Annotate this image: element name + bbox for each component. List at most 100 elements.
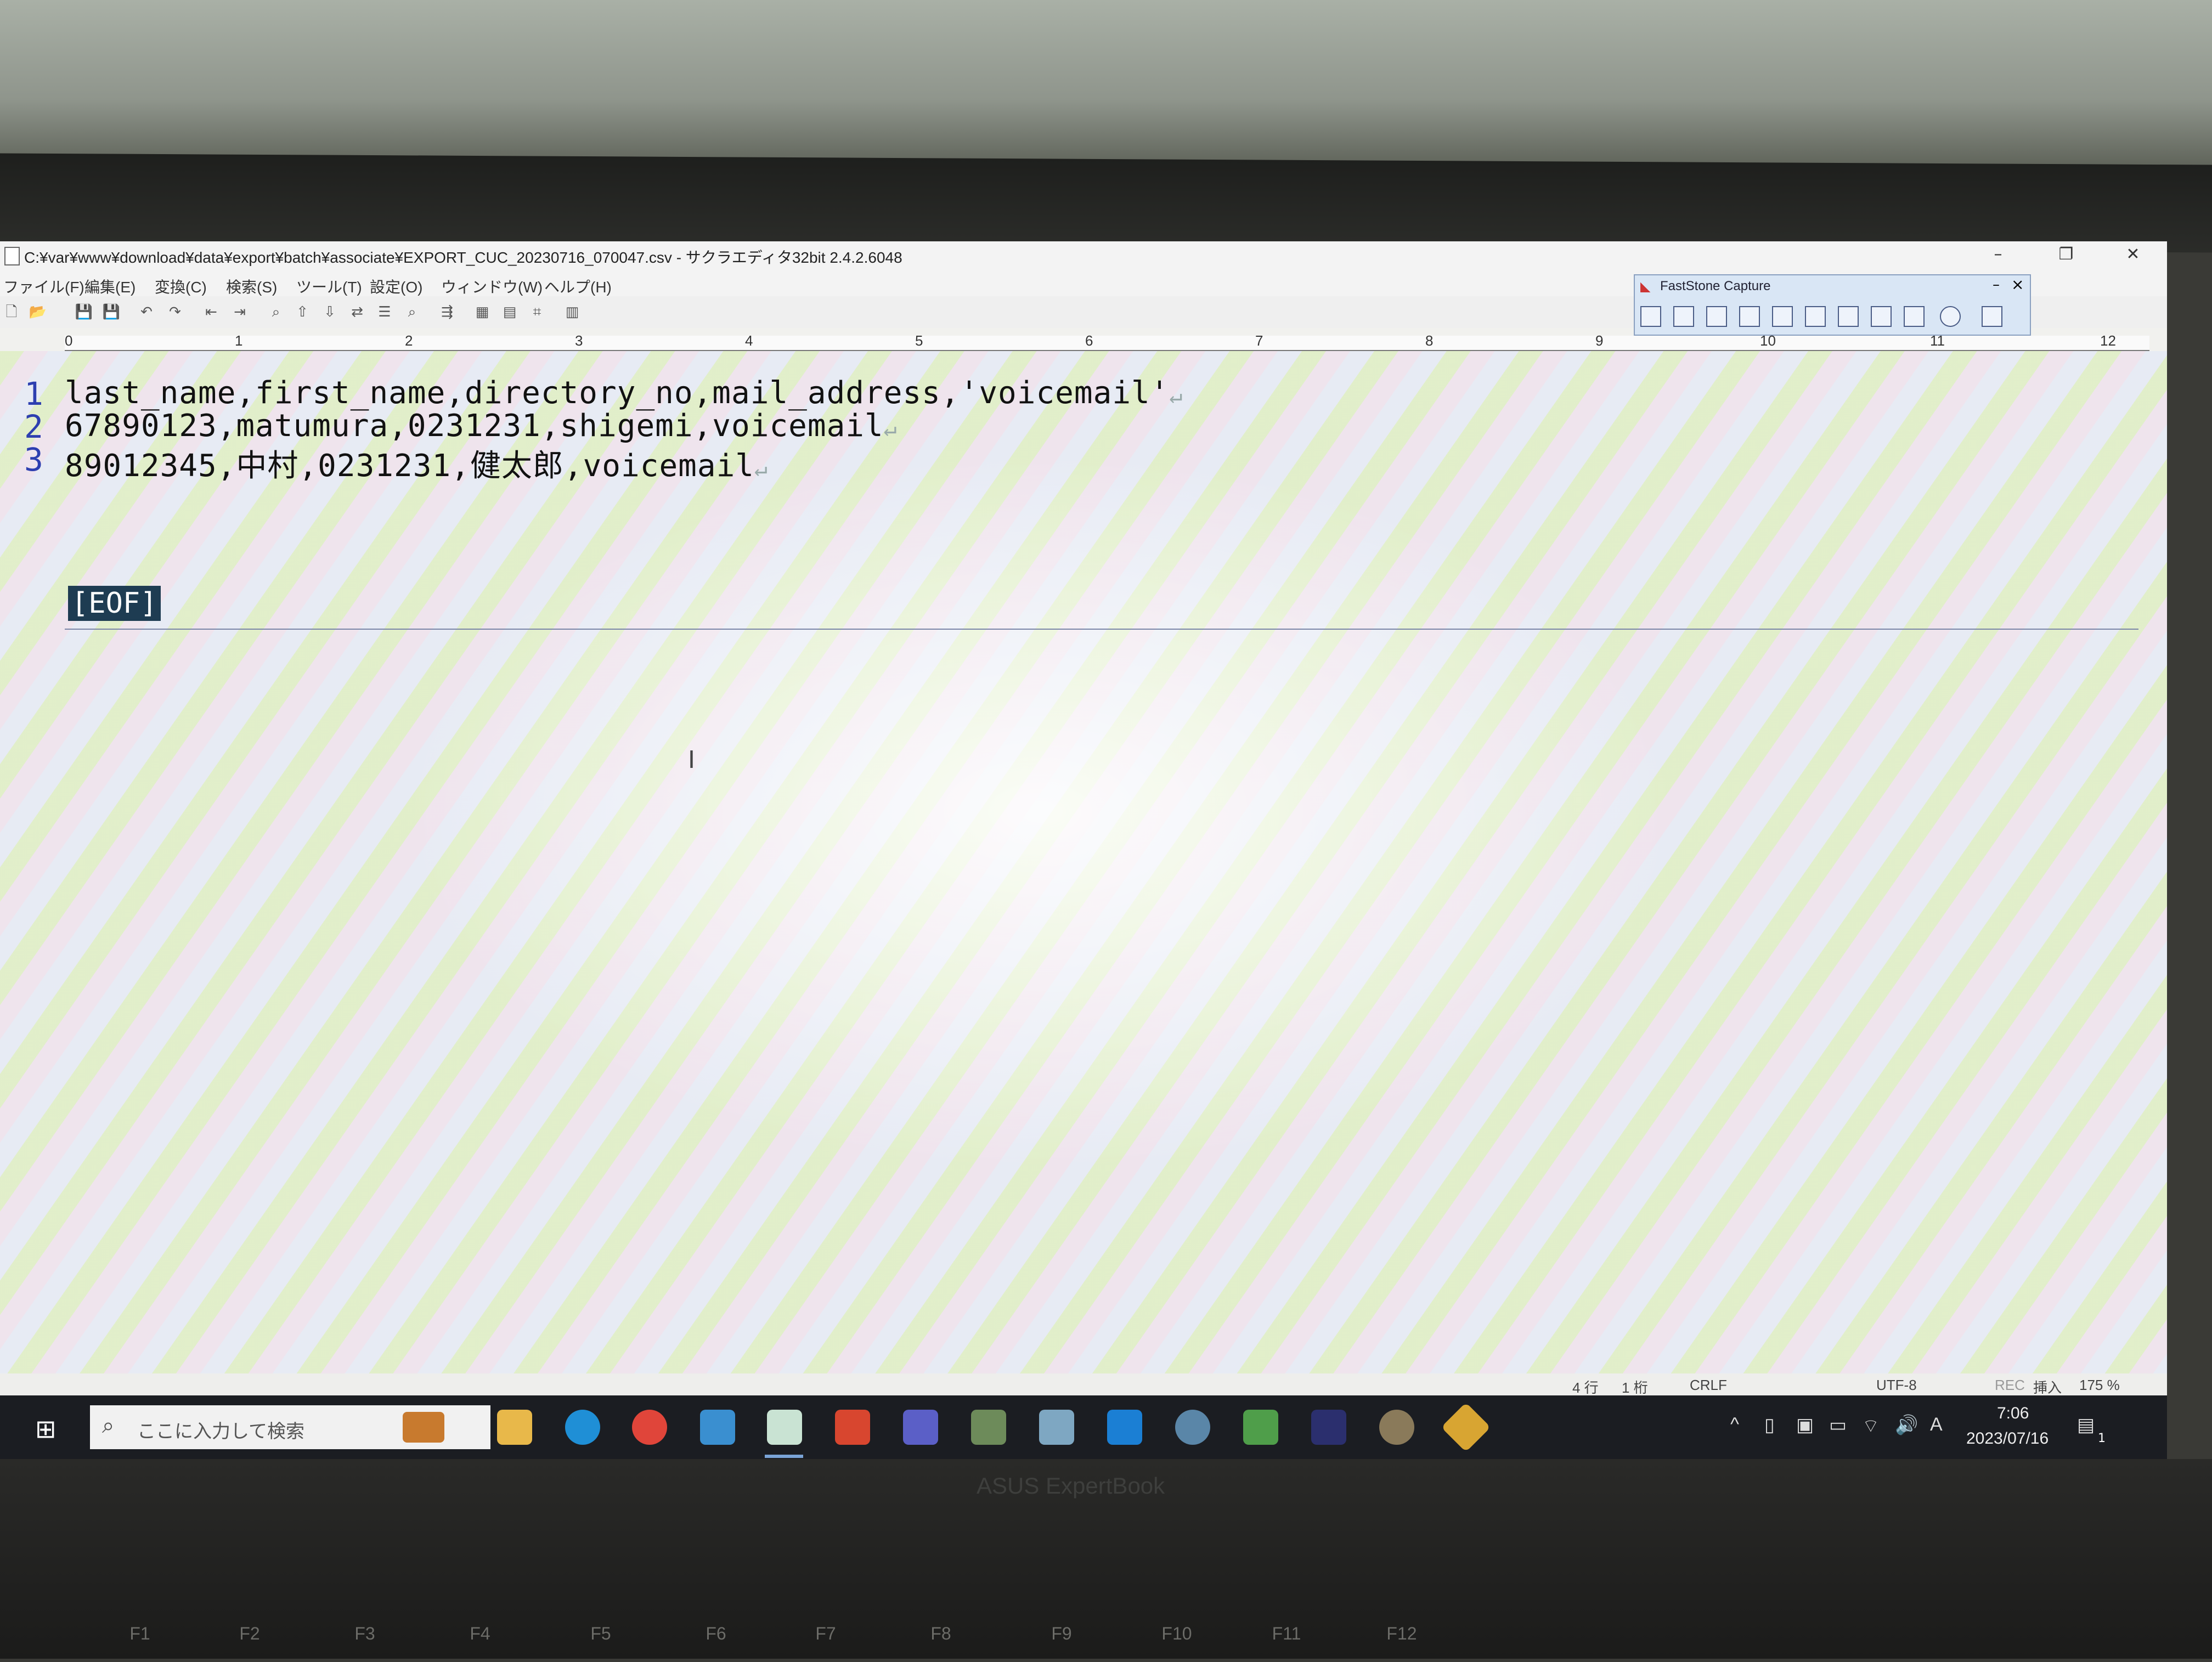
outline-icon[interactable]: ⇶ [438,303,456,321]
compare-icon[interactable]: ▦ [473,303,492,321]
faststone-app-icon[interactable] [1311,1410,1346,1445]
settings-icon[interactable]: ▥ [563,303,582,321]
undo-icon[interactable]: ↶ [137,303,156,321]
meet-now-icon[interactable]: ▣ [1796,1414,1814,1436]
ruler-mark: 10 [1760,332,1776,349]
faststone-title: FastStone Capture [1660,279,1771,293]
menu-window[interactable]: ウィンドウ(W) [441,275,543,297]
jump-forward-icon[interactable]: ⇥ [230,303,249,321]
capture-fullscreen-icon[interactable] [1805,306,1826,327]
menu-file[interactable]: ファイル(F) [3,275,84,297]
capture-fixed-region-icon[interactable] [1871,306,1892,327]
capture-scrolling-icon[interactable] [1838,306,1859,327]
search-next-icon[interactable]: ⇩ [320,303,339,321]
briefcase-icon[interactable] [403,1412,444,1443]
laptop-bezel [0,153,2212,253]
tag-jump-icon[interactable]: ⌗ [528,303,546,321]
faststone-minimize-button[interactable]: – [1993,276,2000,293]
search-icon[interactable]: ⌕ [267,303,285,321]
search-prev-icon[interactable]: ⇧ [293,303,312,321]
close-icon[interactable]: ✕ [2117,245,2149,267]
edge-browser-icon[interactable] [565,1410,600,1445]
folder-app-icon[interactable] [971,1410,1006,1445]
capture-rectangle-icon[interactable] [1739,306,1760,327]
capture-freehand-icon[interactable] [1772,306,1793,327]
status-encoding[interactable]: UTF-8 [1876,1377,1917,1394]
save-icon[interactable]: 💾 [75,303,93,321]
ruler: 0 1 2 3 4 5 6 7 8 9 10 11 12 [65,332,2149,351]
file-explorer-icon[interactable] [497,1410,532,1445]
security-shield-icon[interactable] [835,1410,870,1445]
postgresql-icon[interactable] [1175,1410,1210,1445]
grep-icon[interactable]: ⌕ [403,303,421,321]
remote-app-icon[interactable] [1039,1410,1074,1445]
windows-start-icon[interactable]: ⊞ [35,1414,57,1444]
status-insert-mode[interactable]: 挿入 [2033,1377,2062,1397]
menu-help[interactable]: ヘルプ(H) [544,275,612,297]
capture-open-icon[interactable] [1640,306,1661,327]
clock-date[interactable]: 2023/07/16 [1966,1429,2049,1448]
highlight-icon[interactable]: ☰ [375,303,394,321]
text-line[interactable]: 67890123,matumura,0231231,shigemi,voicem… [65,408,898,444]
line-end-icon: ↵ [883,416,898,442]
f1-key: F1 [129,1624,150,1643]
text-line[interactable]: last_name,first_name,directory_no,mail_a… [65,375,1183,411]
ruler-mark: 8 [1425,332,1434,349]
settings-gear-icon[interactable] [1379,1410,1414,1445]
text-line[interactable]: 89012345,中村,0231231,健太郎,voicemail↵ [65,441,768,485]
faststone-close-button[interactable]: × [2011,275,2024,293]
text-editor-area[interactable]: 1 2 3 last_name,first_name,directory_no,… [0,351,2167,1448]
image-viewer-icon[interactable] [1243,1410,1278,1445]
chrome-browser-icon[interactable] [632,1410,667,1445]
mail-app-icon[interactable] [700,1410,735,1445]
new-file-icon[interactable]: 🗋 [2,303,21,321]
active-app-indicator [765,1455,803,1458]
f12-key: F12 [1386,1624,1417,1643]
status-bar: 4 行 1 桁 CRLF UTF-8 REC 挿入 175 % [0,1373,2167,1397]
capture-output-icon[interactable] [1940,306,1961,327]
restore-icon[interactable]: ❐ [2050,245,2083,267]
ruler-mark: 9 [1595,332,1604,349]
capture-window-icon[interactable] [1673,306,1694,327]
device-icon[interactable]: ▯ [1764,1414,1775,1436]
ruler-mark: 2 [405,332,413,349]
save-all-icon[interactable]: 💾 [102,303,121,321]
git-app-icon[interactable] [1441,1402,1491,1452]
line-end-icon: ↵ [1169,383,1183,409]
minimize-icon[interactable]: – [1982,245,2015,267]
volume-icon[interactable]: 🔊 [1895,1414,1918,1436]
capture-video-icon[interactable] [1904,306,1925,327]
open-file-icon[interactable]: 📂 [29,303,47,321]
menu-settings[interactable]: 設定(O) [370,275,422,297]
jump-back-icon[interactable]: ⇤ [202,303,221,321]
taskbar-search-box[interactable]: ⌕ ここに入力して検索 [90,1405,490,1449]
status-column: 1 桁 [1622,1380,1648,1396]
status-line-ending[interactable]: CRLF [1690,1377,1727,1394]
sakura-editor-icon[interactable] [767,1410,802,1445]
vscode-icon[interactable] [1107,1410,1142,1445]
teams-icon[interactable] [903,1410,938,1445]
menu-search[interactable]: 検索(S) [226,275,277,297]
faststone-capture-window: ◣ FastStone Capture – × [1634,274,2031,336]
chevron-up-icon[interactable]: ^ [1730,1414,1739,1435]
clock-time[interactable]: 7:06 [1997,1404,2029,1423]
menu-tools[interactable]: ツール(T) [296,275,362,297]
notification-icon[interactable]: ▤ [2077,1414,2095,1436]
redo-icon[interactable]: ↷ [166,303,184,321]
menu-convert[interactable]: 変換(C) [155,275,207,297]
title-bar: C:¥var¥www¥download¥data¥export¥batch¥as… [0,241,2167,270]
battery-icon[interactable]: ▭ [1829,1414,1847,1436]
capture-object-icon[interactable] [1706,306,1727,327]
wrap-icon[interactable]: ▤ [500,303,519,321]
capture-settings-icon[interactable] [1982,306,2002,327]
windows-taskbar: ⊞ ⌕ ここに入力して検索 ^ ▯ ▣ ▭ ⌔ 🔊 A 7:06 2023/07… [0,1395,2167,1459]
ime-indicator[interactable]: A [1930,1414,1943,1435]
f9-key: F9 [1051,1624,1072,1643]
ruler-mark: 12 [2100,332,2116,349]
laptop-brand-label: ASUS ExpertBook [977,1473,1165,1499]
status-zoom[interactable]: 175 % [2079,1377,2120,1394]
faststone-logo-icon: ◣ [1640,279,1651,294]
replace-icon[interactable]: ⇄ [348,303,366,321]
menu-edit[interactable]: 編集(E) [84,275,136,297]
wifi-icon[interactable]: ⌔ [1862,1414,1880,1438]
